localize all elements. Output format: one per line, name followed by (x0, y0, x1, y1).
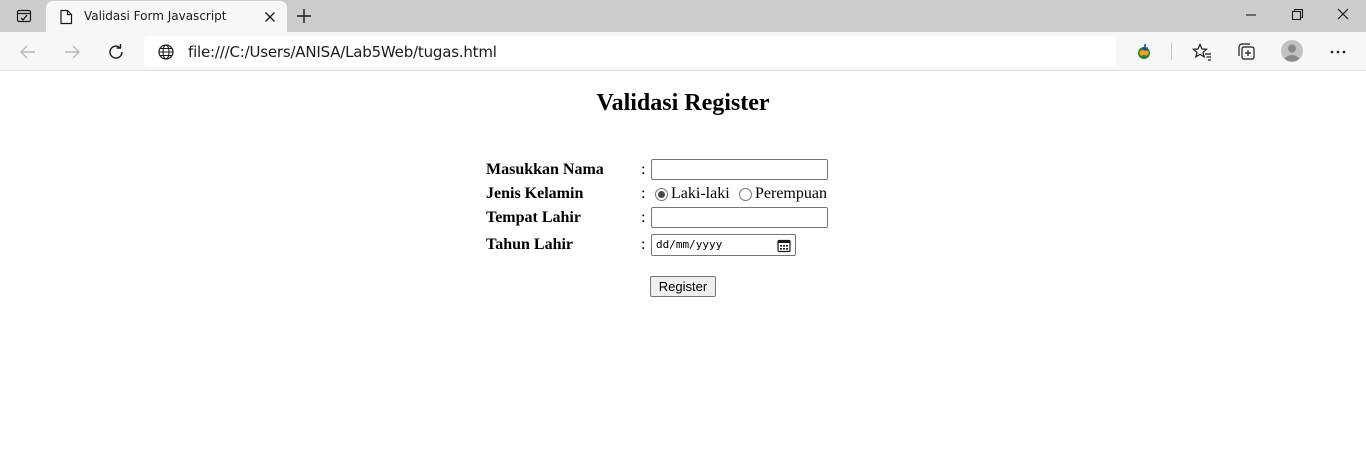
favorites-icon[interactable] (1191, 41, 1213, 63)
plus-icon[interactable] (293, 6, 315, 26)
page-content: Validasi Register Masukkan Nama : Jenis … (0, 71, 1366, 451)
jenis-kelamin-label: Jenis Kelamin (486, 185, 584, 202)
globe-icon[interactable] (157, 43, 175, 66)
tab-actions-icon[interactable] (10, 6, 38, 26)
radio-perempuan[interactable] (739, 188, 752, 201)
tempat-lahir-input[interactable] (651, 207, 828, 228)
nama-input[interactable] (651, 159, 828, 180)
address-bar[interactable]: file:///C:/Users/ANISA/Lab5Web/tugas.htm… (144, 36, 1116, 67)
minimize-icon[interactable] (1239, 4, 1263, 26)
nama-label: Masukkan Nama (486, 161, 604, 178)
tempat-lahir-label: Tempat Lahir (486, 209, 581, 226)
forward-arrow-icon[interactable] (61, 41, 83, 63)
date-placeholder: dd/mm/yyyy (656, 238, 723, 251)
register-button[interactable]: Register (650, 276, 716, 297)
colon: : (641, 161, 646, 178)
active-tab[interactable]: Validasi Form Javascript (46, 1, 287, 32)
more-icon[interactable] (1327, 41, 1349, 63)
close-icon[interactable] (262, 9, 278, 25)
colon: : (641, 236, 646, 253)
refresh-icon[interactable] (105, 41, 127, 63)
page-title: Validasi Register (596, 90, 770, 116)
profile-icon[interactable] (1280, 39, 1304, 63)
address-text: file:///C:/Users/ANISA/Lab5Web/tugas.htm… (188, 43, 497, 61)
browser-toolbar: file:///C:/Users/ANISA/Lab5Web/tugas.htm… (0, 32, 1366, 71)
colon: : (641, 185, 646, 202)
radio-label-laki-laki: Laki-laki (671, 185, 730, 202)
calendar-icon[interactable] (777, 239, 791, 258)
extension-icon[interactable] (1133, 41, 1155, 63)
radio-label-perempuan: Perempuan (755, 185, 827, 202)
tab-bar: Validasi Form Javascript (0, 0, 1366, 32)
tahun-lahir-date-input[interactable]: dd/mm/yyyy (651, 234, 796, 256)
collections-icon[interactable] (1235, 41, 1257, 63)
colon: : (641, 209, 646, 226)
back-arrow-icon[interactable] (17, 41, 39, 63)
restore-icon[interactable] (1285, 4, 1309, 26)
tahun-lahir-label: Tahun Lahir (486, 236, 574, 253)
toolbar-divider (1171, 43, 1172, 60)
window-close-icon[interactable] (1331, 4, 1355, 26)
radio-laki-laki[interactable] (655, 188, 668, 201)
tab-title: Validasi Form Javascript (84, 9, 227, 23)
page-icon (59, 9, 73, 30)
